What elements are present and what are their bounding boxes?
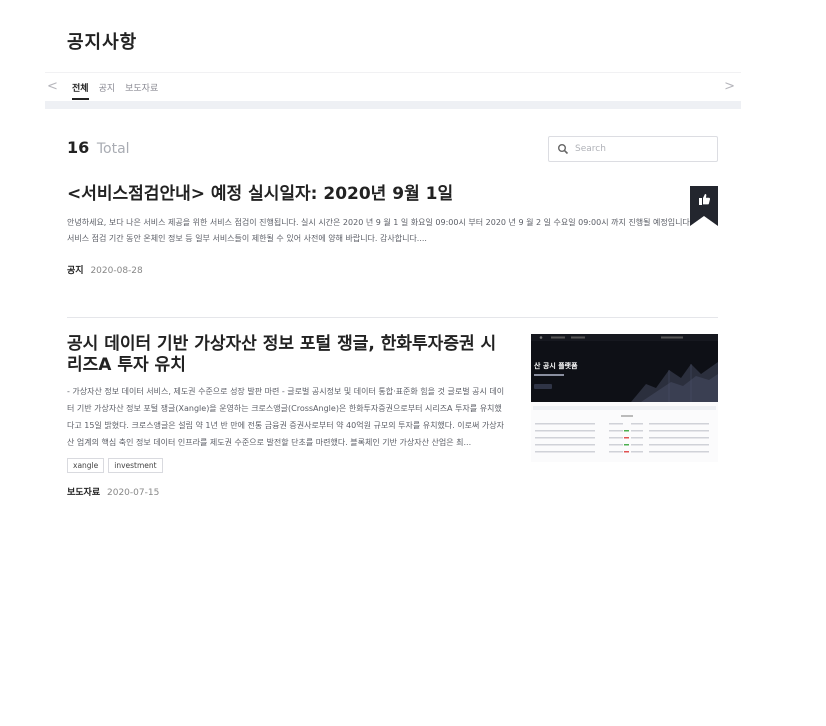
chevron-right-icon[interactable]: > [724,79,735,94]
post-date: 2020-07-15 [107,488,160,498]
search-icon [558,144,569,155]
tab-list: 전체 공지 보도자료 [72,81,158,100]
post-item[interactable]: 공시 데이터 기반 가상자산 정보 포털 쟁글, 한화투자증권 시리즈A 투자 … [67,334,507,498]
post-thumbnail[interactable]: 산 공시 플랫폼 [531,334,718,462]
thumbnail-image: 산 공시 플랫폼 [531,334,718,462]
total-count: 16 Total [67,138,130,157]
post-title[interactable]: 공시 데이터 기반 가상자산 정보 포털 쟁글, 한화투자증권 시리즈A 투자 … [67,334,507,376]
search-input[interactable] [575,144,705,154]
chevron-left-icon[interactable]: < [47,79,58,94]
post-category: 공지 [67,266,84,276]
post-category: 보도자료 [67,488,101,498]
tag-list: xangle investment [67,458,507,473]
tab-bar: < 전체 공지 보도자료 > [45,72,741,102]
post-excerpt: 안녕하세요, 보다 나은 서비스 제공을 위한 서비스 점검이 진행됩니다. 실… [67,218,693,243]
total-number: 16 [67,138,90,157]
tab-press[interactable]: 보도자료 [125,81,158,100]
thumbs-up-bookmark-icon [690,186,718,226]
post-excerpt: - 가상자산 정보 데이터 서비스, 제도권 수준으로 성장 발판 마련 - 글… [67,387,505,447]
tab-notice[interactable]: 공지 [99,81,116,100]
page-title: 공지사항 [67,32,138,53]
post-meta: 공지 2020-08-28 [67,263,697,276]
total-label: Total [96,141,130,157]
tab-divider [45,101,741,109]
post-title[interactable]: <서비스점검안내> 예정 실시일자: 2020년 9월 1일 [67,184,697,205]
post-divider [67,317,718,318]
post-item[interactable]: <서비스점검안내> 예정 실시일자: 2020년 9월 1일 안녕하세요, 보다… [67,184,697,276]
post-meta: 보도자료 2020-07-15 [67,485,507,498]
post-date: 2020-08-28 [90,266,143,276]
thumbnail-headline: 산 공시 플랫폼 [534,361,578,370]
tab-all[interactable]: 전체 [72,81,89,100]
search-box [548,136,718,162]
tag-xangle[interactable]: xangle [67,458,105,473]
tag-investment[interactable]: investment [108,458,163,473]
